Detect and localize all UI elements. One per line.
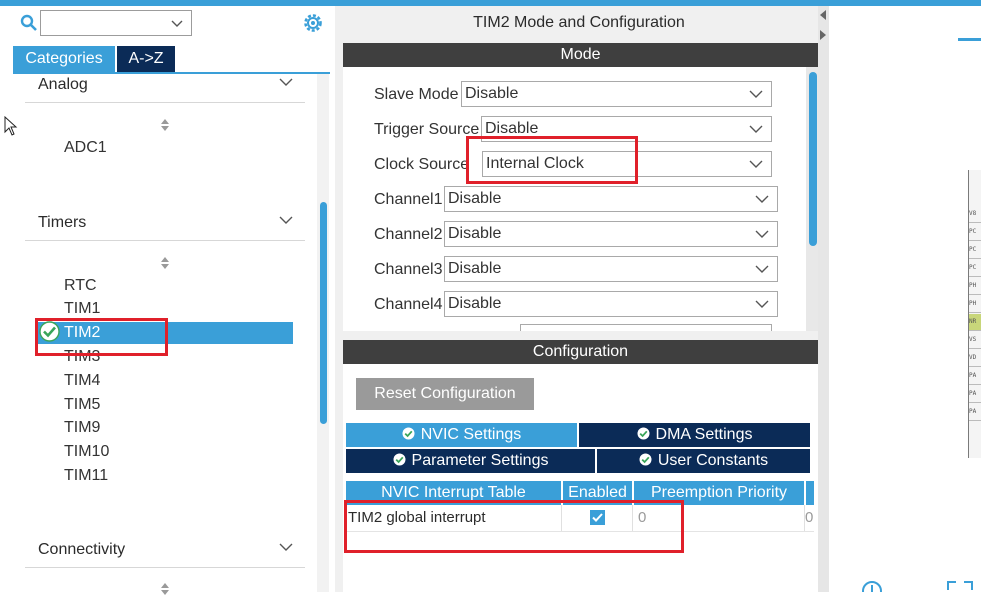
tree-item-rtc[interactable]: RTC (64, 277, 97, 295)
panel-title: TIM2 Mode and Configuration (473, 14, 685, 31)
tree-item-tim10[interactable]: TIM10 (64, 443, 109, 461)
collapse-arrow-icon[interactable] (819, 10, 827, 20)
chip-pin[interactable]: V8 (969, 206, 981, 223)
check-circle-icon (402, 427, 415, 440)
sub-priority-cell[interactable]: 0 (805, 505, 813, 531)
mode-scrollbar-thumb[interactable] (809, 72, 817, 246)
chevron-down-icon (755, 265, 769, 273)
chevron-down-icon (755, 230, 769, 238)
reset-configuration-button[interactable]: Reset Configuration (356, 378, 534, 410)
tab-parameter-settings[interactable]: Parameter Settings (346, 449, 595, 473)
chevron-down-icon (171, 20, 183, 27)
fit-to-screen-icon[interactable] (946, 580, 974, 592)
chip-pin[interactable]: PC (969, 260, 981, 277)
chip-pin[interactable]: PA (969, 404, 981, 421)
tab-a-to-z[interactable]: A->Z (117, 46, 175, 72)
chip-pin[interactable]: PA (969, 368, 981, 385)
chip-pin[interactable]: PC (969, 224, 981, 241)
view-tab-indicator[interactable] (958, 38, 981, 41)
highlight-box (344, 500, 684, 553)
slave-mode-label: Slave Mode (374, 86, 459, 103)
group-label: Timers (38, 214, 87, 231)
search-input[interactable] (40, 10, 192, 36)
group-analog[interactable]: Analog (25, 74, 305, 103)
tab-label: Parameter Settings (411, 452, 549, 469)
chip-pin[interactable]: PH (969, 296, 981, 313)
panel-splitter[interactable] (818, 6, 829, 592)
channel1-select[interactable]: Disable (444, 186, 778, 212)
mcu-chip[interactable]: V8 PC PC PC PH PH NR VS VD PA PA PA (968, 170, 981, 458)
select-value: Disable (465, 85, 519, 102)
group-label: Analog (38, 76, 88, 93)
zoom-in-icon[interactable] (861, 580, 883, 592)
select-value: Disable (448, 260, 502, 277)
highlight-box (35, 318, 168, 356)
sort-icon[interactable] (160, 118, 170, 132)
chevron-down-icon (749, 90, 763, 98)
check-circle-icon (639, 453, 652, 466)
column-header-extra[interactable] (806, 481, 814, 505)
partial-select[interactable] (520, 324, 772, 331)
slave-mode-select[interactable]: Disable (461, 81, 772, 107)
highlight-box (466, 136, 638, 184)
tab-categories[interactable]: Categories (13, 46, 115, 72)
chevron-down-icon (755, 195, 769, 203)
tab-label: NVIC Settings (420, 426, 522, 443)
chip-pin[interactable]: VD (969, 350, 981, 367)
mode-section-header: Mode (343, 43, 818, 67)
group-timers[interactable]: Timers (25, 212, 305, 241)
channel3-select[interactable]: Disable (444, 256, 778, 282)
chip-pin[interactable]: PC (969, 242, 981, 259)
chevron-down-icon (755, 300, 769, 308)
tree-item-adc1[interactable]: ADC1 (64, 139, 107, 157)
gear-icon[interactable] (302, 12, 324, 34)
sort-icon[interactable] (160, 582, 170, 596)
tree-item-tim9[interactable]: TIM9 (64, 419, 100, 437)
select-value: Disable (448, 295, 502, 312)
mouse-cursor-icon (4, 116, 18, 136)
chevron-down-icon (749, 160, 763, 168)
tree-item-tim11[interactable]: TIM11 (64, 467, 108, 485)
group-label: Connectivity (38, 541, 126, 558)
sort-icon[interactable] (160, 256, 170, 270)
select-value: Disable (448, 190, 502, 207)
chip-pin[interactable]: NR (969, 314, 981, 331)
chevron-down-icon (279, 78, 293, 86)
chevron-down-icon (749, 125, 763, 133)
pinout-view-panel (829, 6, 981, 592)
chip-pin[interactable]: PH (969, 278, 981, 295)
left-scrollbar-thumb[interactable] (320, 202, 327, 424)
tree-item-tim1[interactable]: TIM1 (64, 300, 100, 318)
channel4-label: Channel4 (374, 296, 443, 313)
tree-item-tim5[interactable]: TIM5 (64, 396, 100, 414)
tab-nvic-settings[interactable]: NVIC Settings (346, 423, 577, 447)
select-value: Disable (448, 225, 502, 242)
tree-item-tim4[interactable]: TIM4 (64, 372, 100, 390)
chevron-down-icon (279, 216, 293, 224)
channel3-label: Channel3 (374, 261, 443, 278)
tab-label: User Constants (657, 452, 769, 469)
chip-pin[interactable]: PA (969, 386, 981, 403)
group-connectivity[interactable]: Connectivity (25, 539, 305, 568)
search-icon[interactable] (20, 14, 38, 32)
check-circle-icon (393, 453, 406, 466)
channel1-label: Channel1 (374, 191, 443, 208)
clock-source-label: Clock Source (374, 156, 470, 173)
channel4-select[interactable]: Disable (444, 291, 778, 317)
check-circle-icon (637, 427, 650, 440)
tab-label: DMA Settings (655, 426, 753, 443)
tab-dma-settings[interactable]: DMA Settings (579, 423, 810, 447)
tab-user-constants[interactable]: User Constants (597, 449, 810, 473)
channel2-label: Channel2 (374, 226, 443, 243)
configuration-section-header: Configuration (343, 340, 818, 364)
chip-pin[interactable]: VS (969, 332, 981, 349)
trigger-source-label: Trigger Source (374, 121, 480, 138)
expand-arrow-icon[interactable] (819, 30, 827, 40)
chevron-down-icon (279, 543, 293, 551)
channel2-select[interactable]: Disable (444, 221, 778, 247)
